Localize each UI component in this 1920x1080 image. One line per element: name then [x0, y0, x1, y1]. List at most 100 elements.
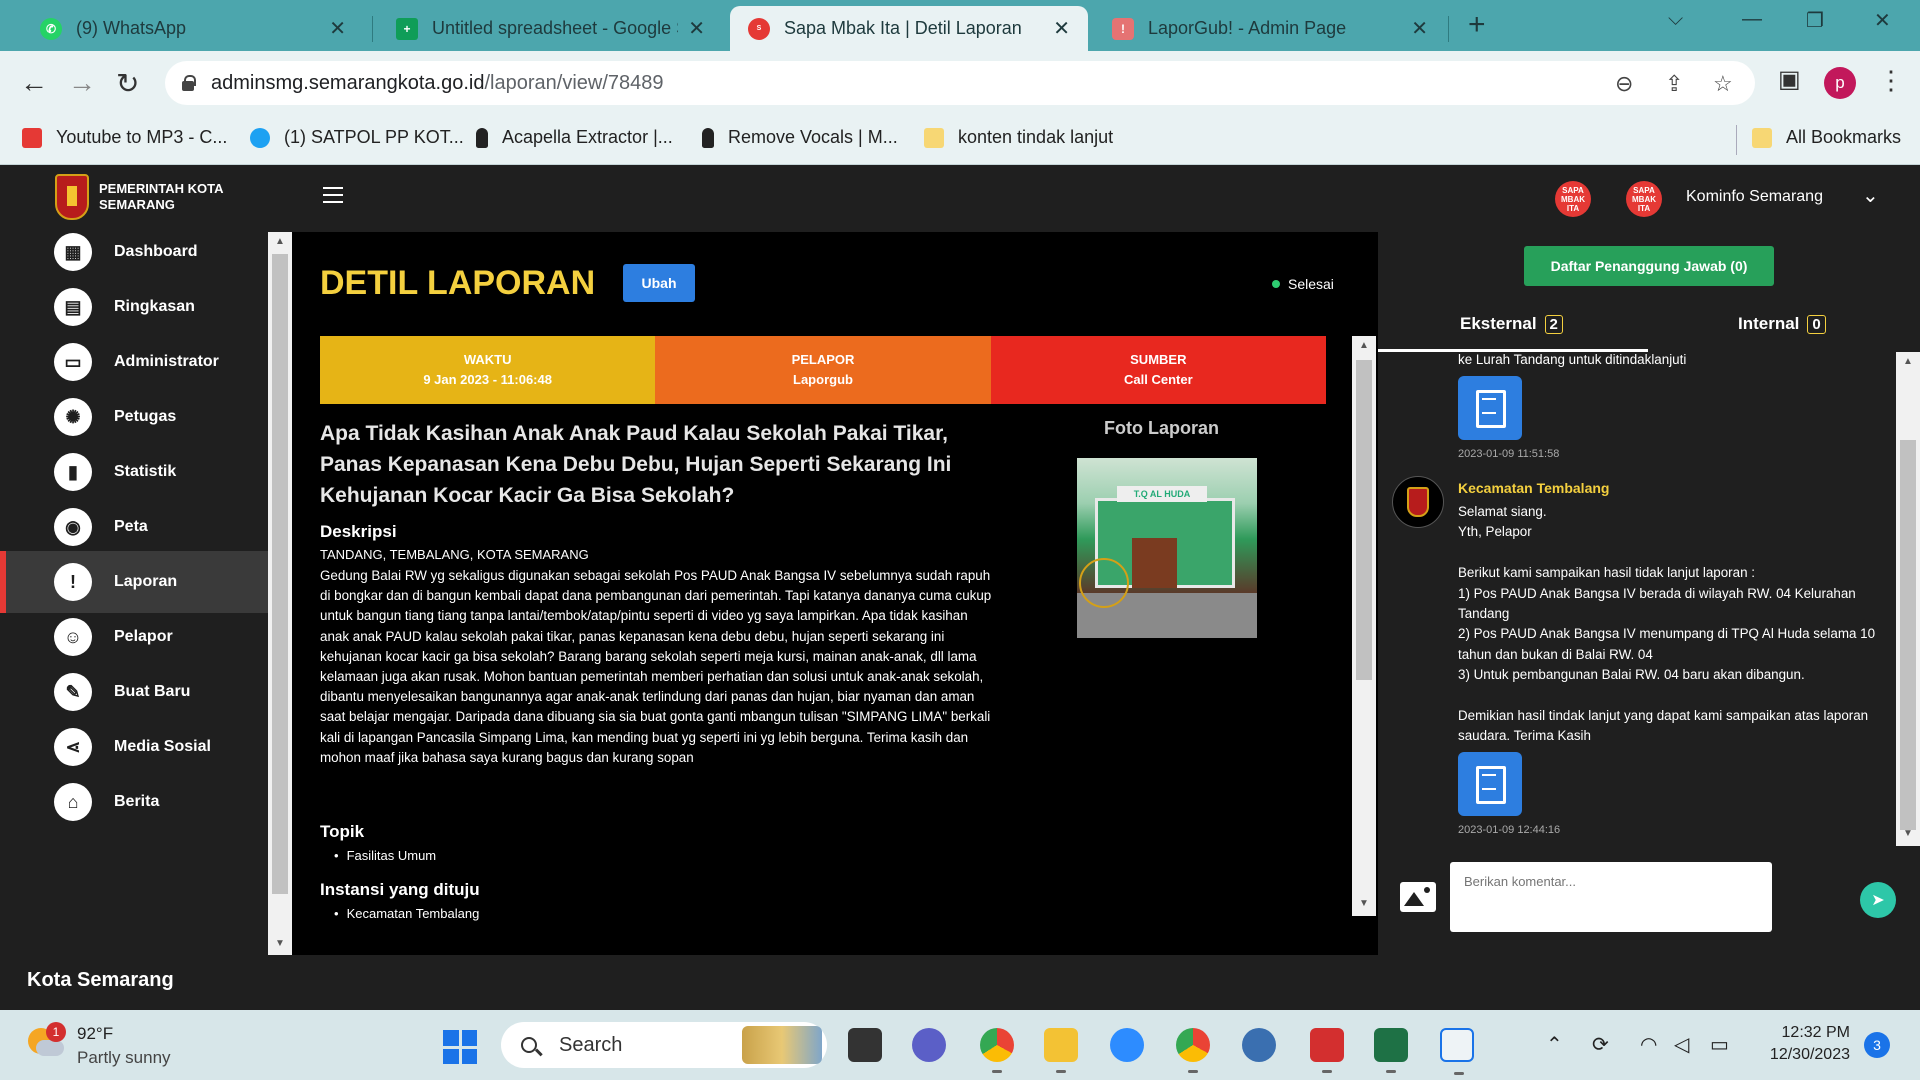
comment-input[interactable]: [1450, 862, 1772, 932]
notification-badge[interactable]: 3: [1864, 1032, 1890, 1058]
edit-button[interactable]: Ubah: [623, 264, 695, 302]
chrome-profile-icon[interactable]: [1176, 1028, 1210, 1073]
sidebar-item-peta[interactable]: ◉ Peta: [0, 496, 268, 558]
sidebar-scrollbar[interactable]: ▲ ▼: [268, 232, 292, 955]
profile-avatar[interactable]: p: [1824, 67, 1856, 99]
zoom-icon[interactable]: ⊖: [1615, 71, 1633, 97]
url-bar[interactable]: adminsmg.semarangkota.go.id /laporan/vie…: [165, 61, 1755, 105]
scroll-down-icon[interactable]: ▼: [1359, 898, 1369, 909]
tab-spreadsheet[interactable]: + Untitled spreadsheet - Google S ✕: [378, 6, 723, 51]
scrollbar-thumb[interactable]: [1900, 440, 1916, 830]
close-icon[interactable]: ✕: [1053, 16, 1070, 41]
share-icon[interactable]: ⇪: [1665, 71, 1683, 97]
scroll-up-icon[interactable]: ▲: [1359, 340, 1369, 351]
scroll-down-icon[interactable]: ▼: [275, 938, 285, 949]
sync-icon[interactable]: ⟳: [1592, 1032, 1609, 1057]
responsible-list-button[interactable]: Daftar Penanggung Jawab (0): [1524, 246, 1774, 286]
sapa-mbak-ita-icon: S: [748, 17, 770, 40]
excel-icon[interactable]: [1374, 1028, 1408, 1073]
document-attachment-icon[interactable]: [1458, 752, 1522, 816]
chat-scrollbar[interactable]: ▲ ▼: [1896, 352, 1920, 846]
sidebar-item-statistik[interactable]: ▮ Statistik: [0, 441, 268, 503]
speaker-icon[interactable]: ◁: [1674, 1032, 1689, 1057]
battery-icon[interactable]: ▭: [1710, 1032, 1729, 1057]
tab-whatsapp[interactable]: ✆ (9) WhatsApp ✕: [22, 6, 364, 51]
sidebar-item-petugas[interactable]: ✺ Petugas: [0, 386, 268, 448]
bookmark-item[interactable]: (1) SATPOL PP KOT...: [250, 127, 464, 148]
report-info-bar: WAKTU 9 Jan 2023 - 11:06:48 PELAPOR Laporgu…: [320, 336, 1326, 404]
chevron-down-icon[interactable]: ⌄: [1862, 183, 1879, 208]
reload-icon[interactable]: ↻: [116, 67, 139, 100]
image-upload-icon[interactable]: [1400, 882, 1436, 912]
side-panel-icon[interactable]: ▣: [1778, 65, 1801, 94]
sidebar-item-administrator[interactable]: ▭ Administrator: [0, 331, 268, 393]
scrollbar-thumb[interactable]: [1356, 360, 1372, 680]
temperature[interactable]: 92°F: [77, 1024, 113, 1044]
send-icon[interactable]: ➤: [1860, 882, 1896, 918]
sidebar-item-label: Administrator: [114, 353, 219, 370]
sidebar-item-buat-baru[interactable]: ✎ Buat Baru: [0, 661, 268, 723]
windows-start-icon[interactable]: [443, 1030, 477, 1064]
wifi-icon[interactable]: ◠: [1640, 1032, 1657, 1057]
message-line: 1) Pos PAUD Anak Bangsa IV berada di wil…: [1458, 585, 1856, 622]
sidebar-item-media-sosial[interactable]: ⋖ Media Sosial: [0, 716, 268, 778]
microphone-icon: [476, 127, 488, 148]
report-detail-panel: DETIL LAPORAN Ubah Selesai WAKTU 9 Jan 20…: [292, 232, 1378, 955]
sapa-mbak-ita-logo[interactable]: SAPA MBAK ITA: [1555, 181, 1591, 217]
bookmark-star-icon[interactable]: ☆: [1713, 71, 1733, 97]
content-scrollbar[interactable]: ▲ ▼: [1352, 336, 1376, 916]
new-tab-icon[interactable]: +: [1468, 8, 1486, 42]
tab-eksternal[interactable]: Eksternal 2: [1460, 314, 1563, 334]
user-avatar[interactable]: SAPA MBAK ITA: [1626, 181, 1662, 217]
weather-condition[interactable]: Partly sunny: [77, 1048, 171, 1068]
bookmark-item[interactable]: konten tindak lanjut: [924, 127, 1113, 148]
tab-internal[interactable]: Internal 0: [1738, 314, 1826, 334]
chevron-up-icon[interactable]: ⌃: [1546, 1032, 1563, 1057]
tab-sapa-mbak-ita[interactable]: S Sapa Mbak Ita | Detil Laporan ✕: [730, 6, 1088, 51]
bookmark-item[interactable]: Acapella Extractor |...: [476, 127, 673, 148]
minimize-icon[interactable]: —: [1742, 8, 1762, 31]
settings-app-icon[interactable]: [1242, 1028, 1276, 1062]
restore-icon[interactable]: ❐: [1806, 8, 1824, 33]
tab-count-badge: 0: [1807, 314, 1826, 334]
browser-menu-icon[interactable]: ⋮: [1878, 65, 1904, 96]
report-photo[interactable]: T.Q AL HUDA: [1077, 458, 1257, 638]
youtube-mp3-icon: [22, 127, 42, 148]
snipping-tool-icon[interactable]: [1440, 1028, 1474, 1075]
hamburger-menu-icon[interactable]: [323, 187, 343, 203]
forward-icon[interactable]: →: [68, 67, 96, 99]
system-clock[interactable]: 12:32 PM 12/30/2023: [1754, 1022, 1850, 1066]
sidebar-item-berita[interactable]: ⌂ Berita: [0, 771, 268, 833]
close-window-icon[interactable]: ✕: [1874, 8, 1891, 33]
bookmark-item[interactable]: Youtube to MP3 - C...: [22, 127, 227, 148]
sidebar-item-pelapor[interactable]: ☺ Pelapor: [0, 606, 268, 668]
tab-search-chevron-icon[interactable]: ⌵: [1668, 8, 1683, 31]
scroll-up-icon[interactable]: ▲: [1903, 356, 1913, 367]
teams-chat-icon[interactable]: [912, 1028, 946, 1062]
zoom-icon[interactable]: [1110, 1028, 1144, 1062]
acrobat-icon[interactable]: [1310, 1028, 1344, 1073]
user-name[interactable]: Kominfo Semarang: [1686, 188, 1823, 206]
search-highlight-icon[interactable]: [742, 1026, 822, 1064]
close-icon[interactable]: ✕: [688, 16, 705, 41]
close-icon[interactable]: ✕: [1411, 16, 1428, 41]
lock-icon[interactable]: [181, 75, 196, 91]
info-label: PELAPOR: [791, 352, 855, 367]
chrome-icon[interactable]: [980, 1028, 1014, 1073]
document-attachment-icon[interactable]: [1458, 376, 1522, 440]
task-view-icon[interactable]: [848, 1028, 882, 1062]
scrollbar-thumb[interactable]: [272, 254, 288, 894]
sidebar-item-ringkasan[interactable]: ▤ Ringkasan: [0, 276, 268, 338]
scroll-up-icon[interactable]: ▲: [275, 236, 285, 247]
gear-icon: ✺: [54, 398, 92, 436]
back-icon[interactable]: ←: [20, 67, 48, 99]
message-timestamp: 2023-01-09 12:44:16: [1458, 824, 1561, 836]
bookmark-item[interactable]: Remove Vocals | M...: [702, 127, 898, 148]
close-icon[interactable]: ✕: [329, 16, 346, 41]
scroll-down-icon[interactable]: ▼: [1903, 828, 1913, 839]
file-explorer-icon[interactable]: [1044, 1028, 1078, 1073]
tab-laporgub[interactable]: ! LaporGub! - Admin Page ✕: [1094, 6, 1446, 51]
all-bookmarks[interactable]: All Bookmarks: [1752, 127, 1901, 148]
share-icon: ⋖: [54, 728, 92, 766]
sidebar-item-laporan[interactable]: ! Laporan: [0, 551, 268, 613]
